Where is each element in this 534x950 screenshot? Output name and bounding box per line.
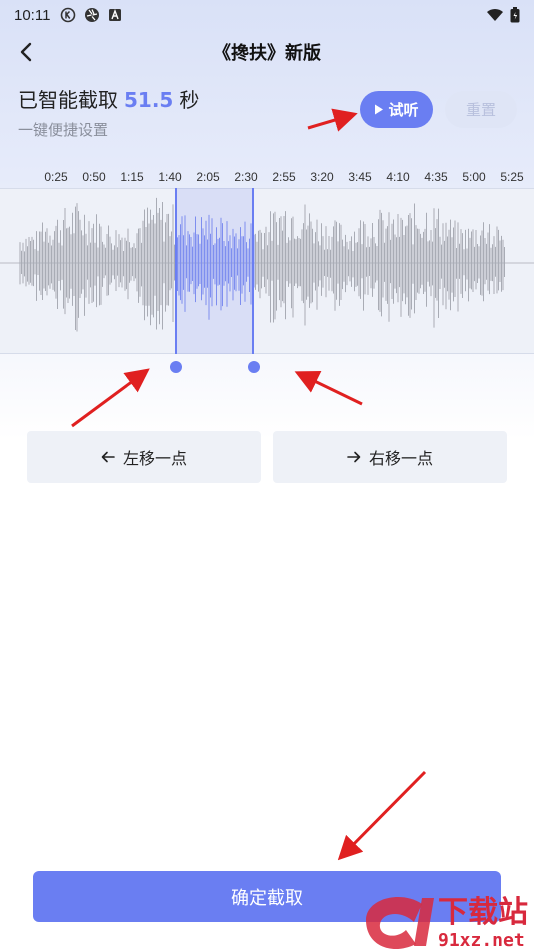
timeline-tick-label: 0:50 — [82, 170, 106, 184]
k-circle-icon — [61, 7, 76, 23]
watermark-title: 下载站 — [438, 895, 528, 930]
clip-unit: 秒 — [179, 88, 200, 112]
reset-button[interactable]: 重置 — [445, 91, 517, 128]
nav-bar: 《搀扶》新版 — [0, 32, 534, 72]
annotation-arrow — [337, 770, 427, 861]
selection-end-handle[interactable] — [248, 361, 260, 373]
back-button[interactable] — [12, 38, 40, 66]
move-left-label: 左移一点 — [122, 449, 187, 468]
aperture-icon — [85, 8, 100, 22]
wifi-icon — [487, 8, 503, 21]
timeline-tick-label: 2:05 — [196, 170, 220, 184]
waveform-track[interactable] — [0, 188, 534, 354]
arrow-left-icon — [101, 451, 115, 463]
a-box-icon — [109, 9, 122, 21]
confirm-clip-label: 确定截取 — [231, 887, 303, 909]
battery-icon — [510, 7, 520, 23]
timeline-tick-label: 1:40 — [158, 170, 182, 184]
arrow-right-icon — [347, 451, 361, 463]
timeline-tick-label: 4:10 — [386, 170, 410, 184]
chevron-left-icon — [20, 42, 32, 62]
watermark-url: 91xz.net — [438, 930, 525, 950]
clip-prefix: 已智能截取 — [18, 88, 118, 112]
timeline-tick-label: 5:00 — [462, 170, 486, 184]
status-bar: 10:11 — [0, 0, 534, 30]
move-left-button[interactable]: 左移一点 — [27, 431, 261, 483]
waveform — [0, 197, 534, 332]
timeline-tick-label: 2:30 — [234, 170, 258, 184]
timeline-tick-label: 5:25 — [500, 170, 524, 184]
preview-play-label: 试听 — [388, 101, 419, 119]
status-icons-left — [60, 7, 122, 23]
timeline-tick-label: 1:15 — [120, 170, 144, 184]
move-right-label: 右移一点 — [368, 449, 433, 468]
timeline-tick-label: 4:35 — [424, 170, 448, 184]
timeline-tick-label: 0:25 — [44, 170, 68, 184]
timeline-ruler: 0:25 0:50 1:15 1:40 2:05 2:30 2:55 3:20 3:45 4:10… — [0, 168, 534, 190]
timeline-tick-label: 3:45 — [348, 170, 372, 184]
timeline-tick-label: 3:20 — [310, 170, 334, 184]
move-right-button[interactable]: 右移一点 — [273, 431, 507, 483]
reset-label: 重置 — [465, 101, 496, 119]
timeline-tick-label: 2:55 — [272, 170, 296, 184]
page-title: 《搀扶》新版 — [213, 43, 321, 64]
selection-start-handle[interactable] — [170, 361, 182, 373]
clip-subtitle: 一键便捷设置 — [18, 121, 109, 139]
preview-play-button[interactable]: 试听 — [360, 91, 433, 128]
clip-info: 已智能截取 51.5 秒 一键便捷设置 — [18, 84, 199, 140]
status-time: 10:11 — [14, 6, 51, 24]
selection-region[interactable] — [175, 188, 254, 354]
clip-duration-line: 已智能截取 51.5 秒 — [18, 84, 199, 113]
clip-duration-value: 51.5 — [124, 88, 174, 112]
play-icon — [375, 104, 384, 115]
status-icons-right — [486, 7, 520, 23]
watermark-logo: 下载站 91xz.net — [366, 895, 528, 950]
